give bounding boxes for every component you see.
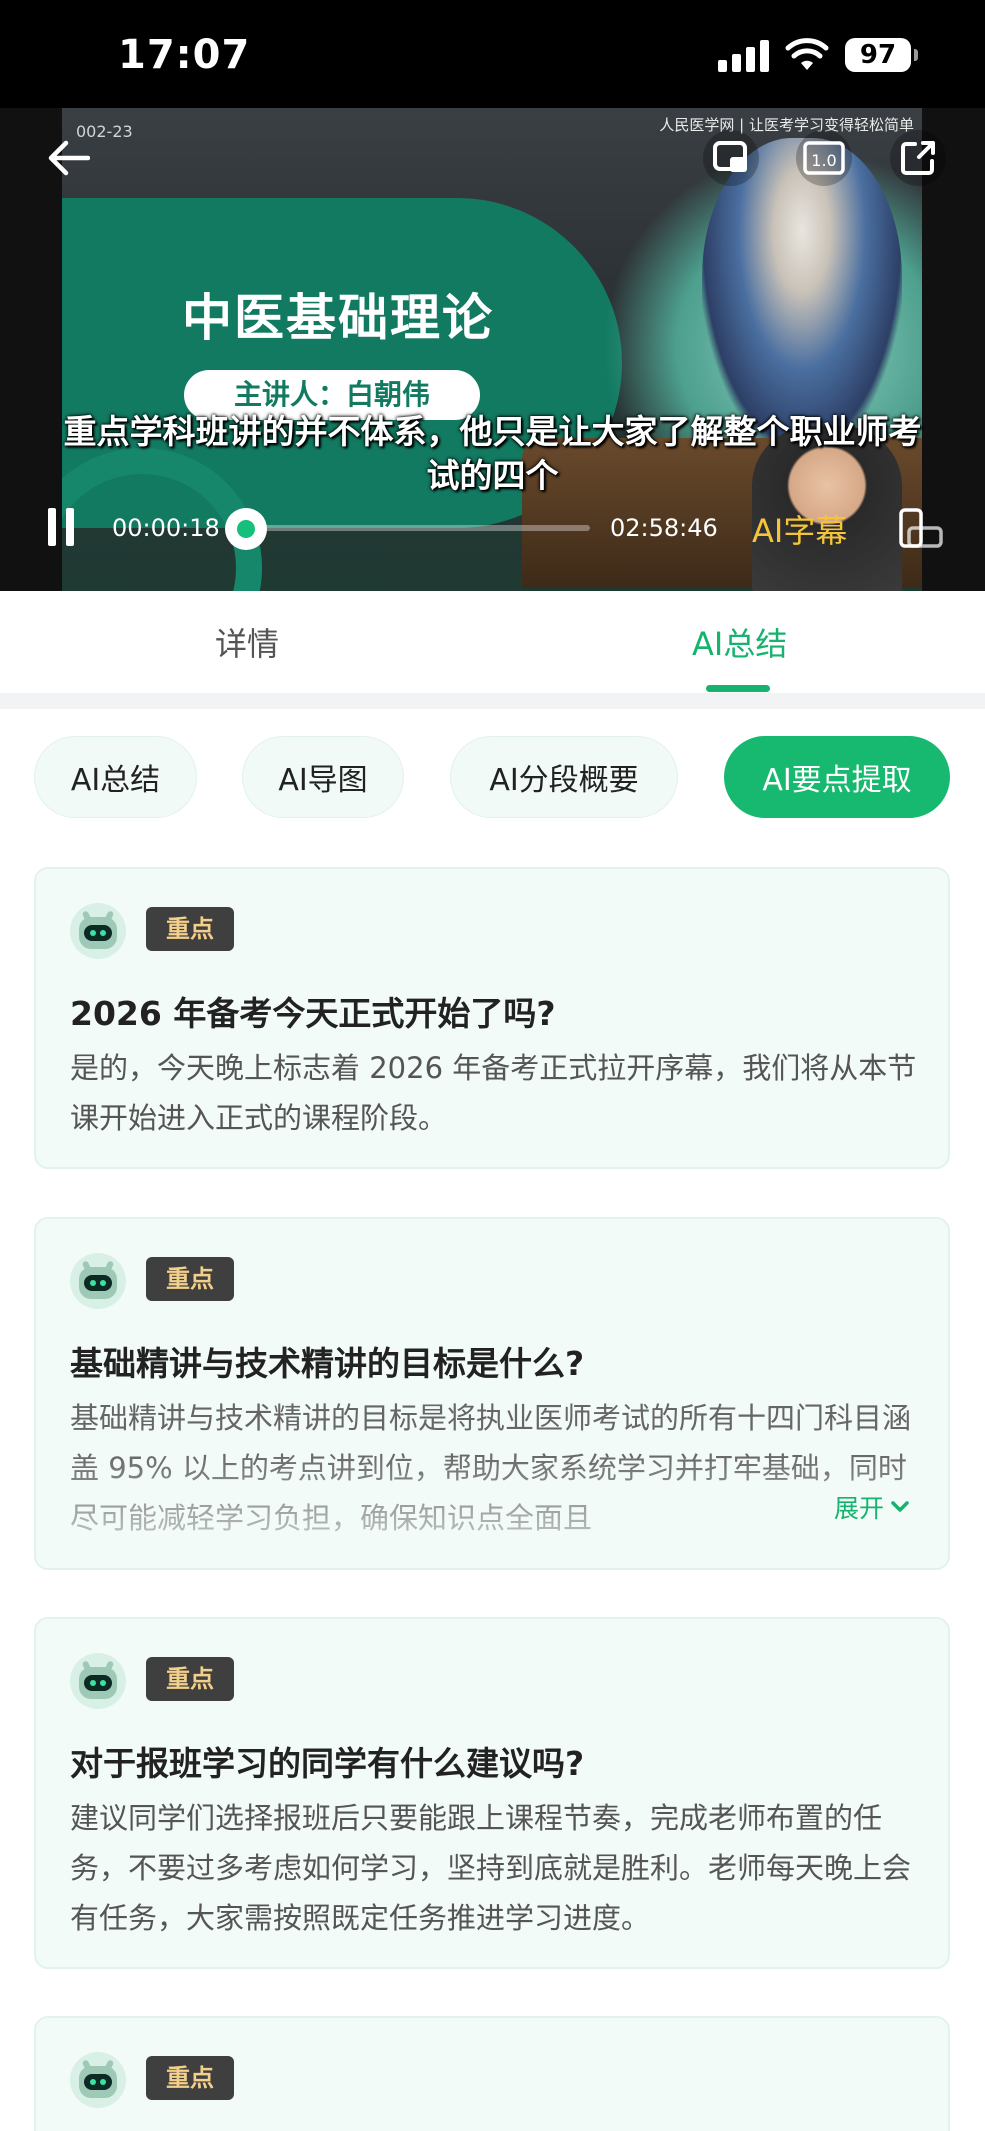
total-time: 02:58:46	[610, 514, 718, 542]
ai-mode-chips: AI总结 AI导图 AI分段概要 AI要点提取	[0, 736, 985, 820]
ai-robot-avatar	[70, 1653, 126, 1709]
back-button[interactable]	[40, 130, 96, 186]
chip-ai-mindmap[interactable]: AI导图	[242, 736, 404, 818]
key-point-card: 重点 对于报班学习的同学有什么建议吗? 建议同学们选择报班后只要能跟上课程节奏，…	[34, 1617, 950, 1969]
key-point-answer: 建议同学们选择报班后只要能跟上课程节奏，完成老师布置的任务，不要过多考虑如何学习…	[70, 1801, 912, 1935]
status-bar: 17:07 97	[0, 0, 985, 108]
expand-label: 展开	[834, 1494, 885, 1523]
key-point-badge: 重点	[146, 907, 234, 951]
chip-ai-summary[interactable]: AI总结	[34, 736, 197, 818]
rotate-screen-icon	[899, 508, 943, 548]
tab-ai-summary[interactable]: AI总结	[692, 619, 787, 665]
expand-button[interactable]: 展开	[826, 1489, 911, 1525]
share-icon	[901, 141, 935, 175]
video-player[interactable]: 002-23 人民医学网 | 让医考学习变得轻松简单 中医基础理论 主讲人：白朝…	[0, 108, 985, 591]
playback-speed-button[interactable]: 1.0	[796, 130, 852, 186]
chip-ai-segment-overview[interactable]: AI分段概要	[450, 736, 678, 818]
key-point-answer: 是的，今天晚上标志着 2026 年备考正式拉开序幕，我们将从本节课开始进入正式的…	[70, 1051, 917, 1135]
key-point-answer: 基础精讲与技术精讲的目标是将执业医师考试的所有十四门科目涵盖 95% 以上的考点…	[70, 1401, 912, 1535]
cast-button[interactable]	[703, 130, 759, 186]
lesson-title: 中医基础理论	[182, 289, 494, 347]
ai-robot-avatar	[70, 903, 126, 959]
speed-icon: 1.0	[803, 141, 845, 175]
rotate-screen-button[interactable]	[895, 506, 945, 550]
active-tab-indicator	[706, 685, 770, 692]
back-arrow-icon	[48, 140, 90, 176]
key-point-card: 重点 2026 年备考今天正式开始了吗? 是的，今天晚上标志着 2026 年备考…	[34, 867, 950, 1169]
key-point-card: 重点	[34, 2016, 950, 2131]
key-point-badge: 重点	[146, 2056, 234, 2100]
progress-bar[interactable]	[248, 525, 590, 531]
status-icons: 97	[718, 38, 918, 72]
key-point-badge: 重点	[146, 1257, 234, 1301]
key-point-card: 重点 基础精讲与技术精讲的目标是什么? 基础精讲与技术精讲的目标是将执业医师考试…	[34, 1217, 950, 1570]
section-divider	[0, 693, 985, 709]
ai-robot-avatar	[70, 2052, 126, 2108]
battery-level: 97	[859, 40, 897, 70]
chip-ai-key-points[interactable]: AI要点提取	[724, 736, 950, 818]
brand-watermark: 人民医学网 | 让医考学习变得轻松简单	[659, 116, 914, 134]
chevron-down-icon	[891, 1501, 909, 1512]
video-subtitle: 重点学科班讲的并不体系，他只是让大家了解整个职业师考试的四个	[63, 412, 922, 495]
key-point-question: 2026 年备考今天正式开始了吗?	[70, 994, 556, 1033]
status-time: 17:07	[118, 32, 251, 78]
tab-details[interactable]: 详情	[215, 619, 279, 665]
ai-subtitle-button[interactable]: AI字幕	[752, 506, 847, 552]
current-time: 00:00:18	[112, 514, 220, 542]
cellular-signal-icon	[718, 38, 769, 72]
battery-indicator: 97	[845, 38, 918, 72]
playback-controls: 00:00:18 02:58:46 AI字幕	[0, 500, 985, 556]
key-point-badge: 重点	[146, 1657, 234, 1701]
wifi-icon	[785, 38, 829, 70]
key-point-question: 基础精讲与技术精讲的目标是什么?	[70, 1344, 585, 1383]
ai-robot-avatar	[70, 1253, 126, 1309]
cast-icon	[713, 141, 747, 172]
pause-button[interactable]	[48, 508, 78, 546]
svg-text:1.0: 1.0	[811, 151, 836, 170]
share-button[interactable]	[890, 130, 946, 186]
content-tabs: 详情 AI总结	[0, 591, 985, 693]
key-point-question: 对于报班学习的同学有什么建议吗?	[70, 1744, 585, 1783]
progress-thumb[interactable]	[225, 508, 267, 550]
